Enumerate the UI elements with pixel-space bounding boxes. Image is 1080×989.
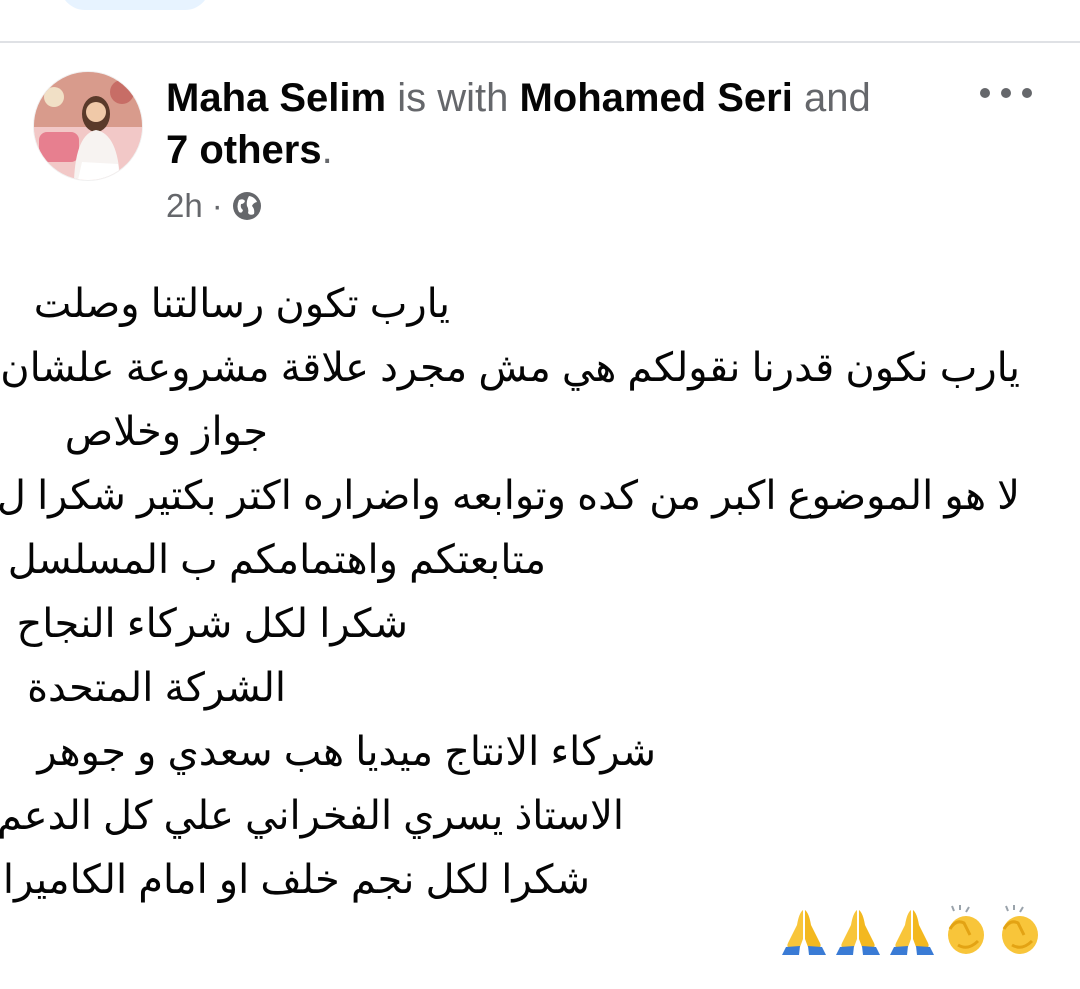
others-link[interactable]: 7 others [166, 128, 322, 172]
emoji-row [778, 905, 1046, 957]
dot-icon [1001, 88, 1011, 98]
meta-separator: · [211, 187, 223, 224]
folded-hands-icon [886, 905, 938, 957]
post-line: لا هو الموضوع اكبر من كده وتوابعه واضرار… [0, 474, 1020, 518]
post-line: شركاء الانتاج ميديا هب سعدي و جوهر [37, 730, 656, 774]
post-meta: 2h · [166, 186, 262, 226]
tagged-person[interactable]: Mohamed Seri [519, 76, 792, 120]
and-text: and [792, 76, 871, 120]
period-text: . [321, 128, 333, 172]
more-options-button[interactable] [980, 78, 1032, 108]
globe-icon[interactable] [232, 191, 262, 221]
divider [0, 41, 1080, 43]
with-text: is with [386, 76, 520, 120]
post-line: متابعتكم واهتمامكم ب المسلسل [7, 538, 546, 582]
post-line: يارب نكون قدرنا نقولكم هي مش مجرد علاقة … [0, 346, 1020, 390]
post-line: يارب تكون رسالتنا وصلت [33, 282, 450, 326]
post-line: جواز وخلاص [64, 410, 268, 454]
post-line: شكرا لكل شركاء النجاح [16, 602, 408, 646]
facebook-post-screen: Maha Selim is with Mohamed Seri and 7 oth… [0, 0, 1080, 989]
post-line: الشركة المتحدة [27, 666, 286, 710]
post-time[interactable]: 2h [166, 187, 203, 225]
avatar[interactable] [34, 72, 142, 180]
post-line: الاستاذ يسري الفخراني علي كل الدعم [0, 794, 624, 838]
author-name[interactable]: Maha Selim [166, 76, 386, 120]
dot-icon [980, 88, 990, 98]
top-pill-button[interactable] [60, 0, 210, 10]
clapping-hands-icon [994, 905, 1046, 957]
post-line: شكرا لكل نجم خلف او امام الكاميرا [2, 858, 590, 902]
folded-hands-icon [832, 905, 884, 957]
folded-hands-icon [778, 905, 830, 957]
post-header: Maha Selim is with Mohamed Seri and 7 oth… [166, 72, 956, 176]
clapping-hands-icon [940, 905, 992, 957]
dot-icon [1022, 88, 1032, 98]
